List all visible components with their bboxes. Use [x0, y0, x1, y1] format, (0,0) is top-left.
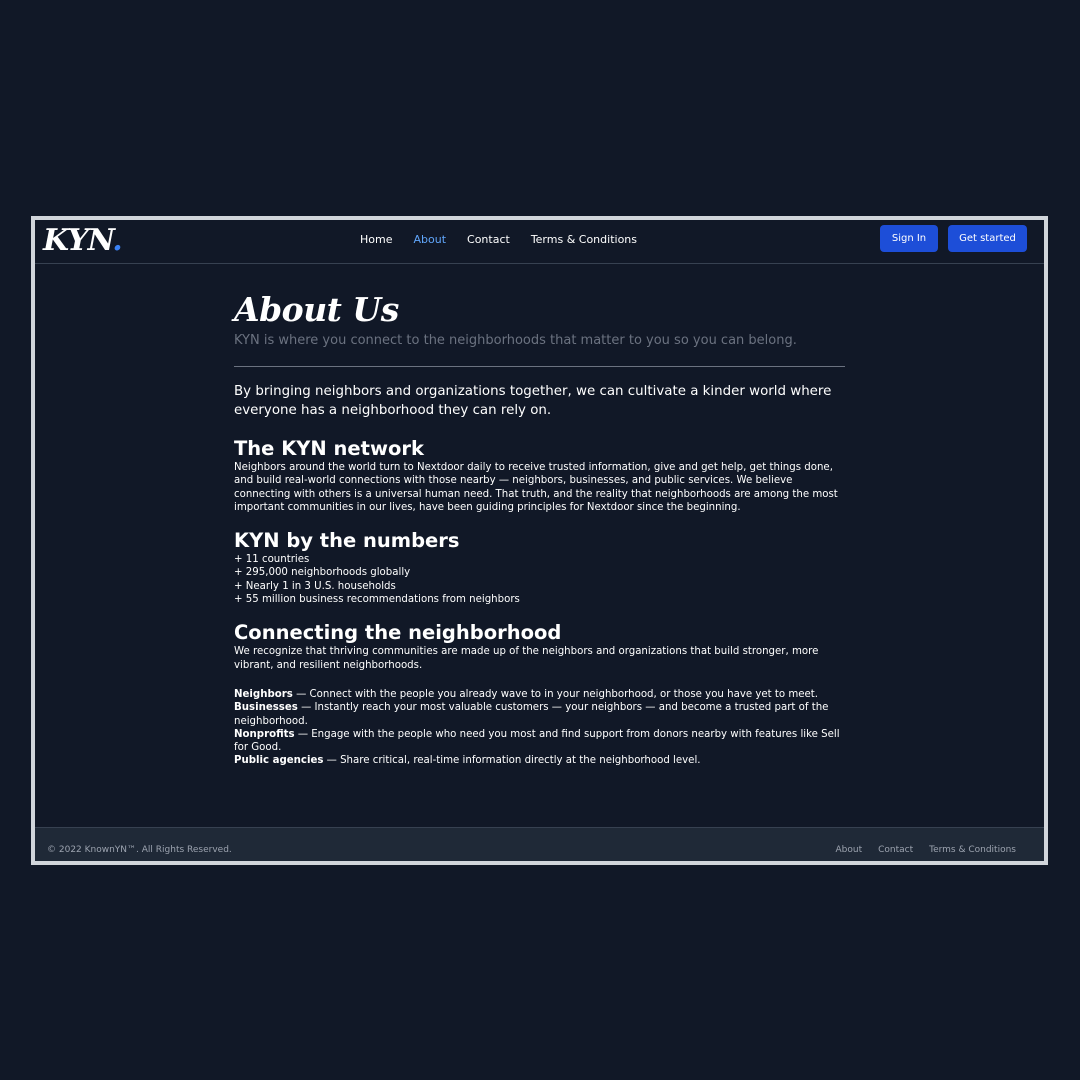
nav-about[interactable]: About [413, 233, 446, 247]
audience-term: Businesses [234, 702, 298, 714]
sign-in-button[interactable]: Sign In [880, 225, 938, 252]
footer-link-about[interactable]: About [835, 844, 862, 856]
page-subtitle: KYN is where you connect to the neighbor… [234, 333, 797, 348]
browser-frame: KYN. Home About Contact Terms & Conditio… [31, 216, 1048, 865]
numbers-item: + 11 countries [234, 554, 310, 566]
nav-terms[interactable]: Terms & Conditions [531, 233, 637, 247]
main-nav: Home About Contact Terms & Conditions [360, 233, 658, 247]
footer-link-contact[interactable]: Contact [878, 844, 913, 856]
audience-text: — Share critical, real-time information … [323, 755, 701, 767]
divider [234, 366, 845, 367]
page-title: About Us [234, 290, 399, 329]
numbers-list: + 11 countries + 295,000 neighborhoods g… [234, 553, 846, 606]
audience-item-neighbors: Neighbors — Connect with the people you … [234, 688, 846, 701]
about-content: About Us KYN is where you connect to the… [234, 290, 846, 768]
nav-home[interactable]: Home [360, 233, 392, 247]
audience-item-public-agencies: Public agencies — Share critical, real-t… [234, 754, 846, 767]
network-heading: The KYN network [234, 437, 424, 460]
audience-text: — Engage with the people who need you mo… [234, 728, 840, 754]
audience-item-businesses: Businesses — Instantly reach your most v… [234, 701, 846, 728]
numbers-item: + 55 million business recommendations fr… [234, 594, 520, 606]
get-started-button[interactable]: Get started [948, 225, 1027, 252]
footer-link-terms[interactable]: Terms & Conditions [929, 844, 1016, 856]
navbar: KYN. Home About Contact Terms & Conditio… [35, 220, 1044, 264]
audience-text: — Instantly reach your most valuable cus… [234, 702, 829, 727]
audience-list: Neighbors — Connect with the people you … [234, 688, 846, 768]
logo-text: KYN [43, 223, 113, 258]
connecting-heading: Connecting the neighborhood [234, 621, 562, 645]
connecting-intro: We recognize that thriving communities a… [234, 646, 819, 671]
audience-item-nonprofits: Nonprofits — Engage with the people who … [234, 728, 846, 755]
audience-text: — Connect with the people you already wa… [292, 688, 819, 700]
network-body: Neighbors around the world turn to Nextd… [234, 462, 838, 513]
footer-links: About Contact Terms & Conditions [819, 844, 1016, 856]
footer: © 2022 KnownYN™. All Rights Reserved. Ab… [35, 827, 1044, 861]
logo-dot: . [112, 223, 123, 258]
numbers-heading: KYN by the numbers [234, 529, 460, 553]
numbers-item: + Nearly 1 in 3 U.S. households [234, 580, 396, 592]
numbers-item: + 295,000 neighborhoods globally [234, 567, 411, 579]
audience-term: Public agencies [234, 755, 324, 767]
lead-paragraph: By bringing neighbors and organizations … [234, 384, 832, 418]
audience-term: Nonprofits [234, 728, 295, 740]
nav-contact[interactable]: Contact [467, 233, 510, 247]
kyn-logo[interactable]: KYN. [43, 223, 123, 259]
copyright-text: © 2022 KnownYN™. All Rights Reserved. [47, 845, 232, 855]
audience-term: Neighbors [234, 688, 293, 700]
